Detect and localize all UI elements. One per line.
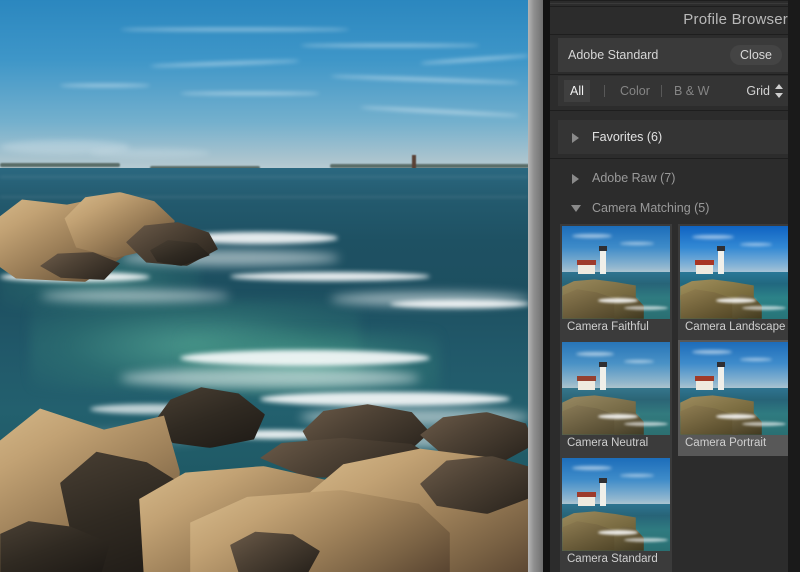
- profile-thumbnail-camera-standard[interactable]: Camera Standard: [560, 456, 672, 572]
- profile-thumbnail-grid: Camera Faithful Camera Landscape Camera …: [550, 222, 800, 572]
- panel-gutter: [543, 0, 550, 572]
- view-mode-label[interactable]: Grid: [746, 80, 770, 102]
- profile-thumbnail-camera-portrait[interactable]: Camera Portrait: [678, 340, 790, 456]
- profile-thumbnail-camera-faithful[interactable]: Camera Faithful: [560, 224, 672, 340]
- thumbnail-preview-image: [562, 342, 670, 435]
- current-profile-row[interactable]: Adobe Standard Close: [558, 38, 792, 72]
- up-down-stepper-icon[interactable]: [775, 84, 784, 98]
- group-label-favorites: Favorites (6): [592, 130, 663, 144]
- profile-thumbnail-camera-landscape[interactable]: Camera Landscape: [678, 224, 790, 340]
- pane-divider-scrollbar[interactable]: [528, 0, 543, 572]
- filter-row: All Color B & W Grid: [558, 76, 792, 106]
- filter-tab-bw[interactable]: B & W: [668, 80, 715, 102]
- group-row-camera-matching[interactable]: Camera Matching (5): [558, 194, 792, 222]
- thumbnail-preview-image: [680, 226, 788, 319]
- thumbnail-preview-image: [680, 342, 788, 435]
- group-row-adobe-raw[interactable]: Adobe Raw (7): [558, 164, 792, 192]
- group-label-adobe-raw: Adobe Raw (7): [592, 171, 676, 185]
- thumbnail-label: Camera Portrait: [685, 437, 767, 449]
- filter-tab-color[interactable]: Color: [614, 80, 656, 102]
- triangle-right-icon: [572, 133, 579, 143]
- profile-thumbnail-camera-neutral[interactable]: Camera Neutral: [560, 340, 672, 456]
- thumbnail-label: Camera Faithful: [567, 321, 649, 333]
- thumbnail-preview-image: [562, 458, 670, 551]
- group-row-favorites[interactable]: Favorites (6): [558, 120, 792, 154]
- thumbnail-label: Camera Neutral: [567, 437, 649, 449]
- panel-right-edge: [788, 0, 800, 572]
- coastal-seascape-photo: [0, 0, 528, 572]
- thumbnail-label: Camera Landscape: [685, 321, 786, 333]
- main-photo-pane[interactable]: [0, 0, 528, 572]
- thumbnail-preview-image: [562, 226, 670, 319]
- profile-browser-panel: Profile Browser Adobe Standard Close All…: [550, 0, 800, 572]
- filter-tab-all[interactable]: All: [564, 80, 590, 102]
- group-label-camera-matching: Camera Matching (5): [592, 201, 710, 215]
- lightroom-develop-window: Profile Browser Adobe Standard Close All…: [0, 0, 800, 572]
- close-button[interactable]: Close: [730, 45, 782, 65]
- current-profile-name: Adobe Standard: [568, 48, 659, 62]
- triangle-right-icon: [572, 174, 579, 184]
- thumbnail-label: Camera Standard: [567, 553, 658, 565]
- panel-title: Profile Browser: [683, 11, 788, 28]
- triangle-down-icon: [571, 205, 581, 212]
